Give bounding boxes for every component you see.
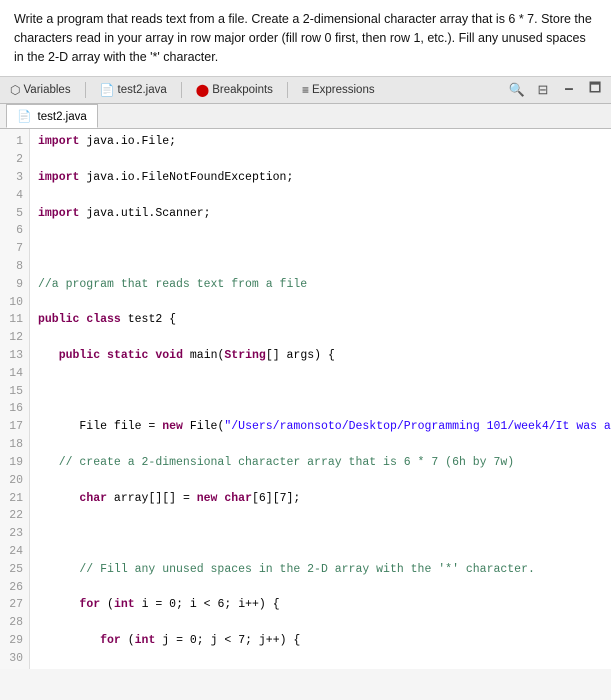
tab-bar: 📄 test2.java <box>0 104 611 129</box>
instructions-panel: Write a program that reads text from a f… <box>0 0 611 77</box>
file-tab[interactable]: 📄 test2.java <box>96 81 171 99</box>
tab-test2java[interactable]: 📄 test2.java <box>6 104 98 128</box>
toolbar: ⬡ Variables 📄 test2.java ⬤ Breakpoints ≡… <box>0 77 611 104</box>
variables-tab[interactable]: ⬡ Variables <box>6 81 75 99</box>
instructions-text: Write a program that reads text from a f… <box>14 12 592 64</box>
breakpoints-label: Breakpoints <box>212 84 273 96</box>
toolbar-separator-2 <box>181 82 182 98</box>
line-numbers: 1 2 3 4 5 6 7 8 9 10 11 12 13 14 15 16 1… <box>0 129 30 669</box>
minimize-icon[interactable]: 🗕 <box>559 80 579 100</box>
breakpoints-icon: ⬤ <box>196 83 209 97</box>
file-icon: 📄 <box>100 83 115 97</box>
toolbar-separator-1 <box>85 82 86 98</box>
variables-icon: ⬡ <box>10 83 20 97</box>
variables-label: Variables <box>23 84 70 96</box>
tab-file-icon: 📄 <box>17 111 31 123</box>
search-icon[interactable]: 🔍 <box>507 80 527 100</box>
expressions-tab[interactable]: ≡ Expressions <box>298 81 379 99</box>
expressions-icon: ≡ <box>302 83 309 97</box>
expressions-label: Expressions <box>312 84 375 96</box>
tab-label: test2.java <box>38 111 87 123</box>
file-label: test2.java <box>118 84 167 96</box>
code-content[interactable]: import java.io.File; import java.io.File… <box>30 129 611 669</box>
layout-icon[interactable]: ⊟ <box>533 80 553 100</box>
maximize-icon[interactable]: 🗖 <box>585 80 605 100</box>
toolbar-separator-3 <box>287 82 288 98</box>
toolbar-actions: 🔍 ⊟ 🗕 🗖 <box>507 80 605 100</box>
editor: 1 2 3 4 5 6 7 8 9 10 11 12 13 14 15 16 1… <box>0 129 611 669</box>
breakpoints-tab[interactable]: ⬤ Breakpoints <box>192 81 277 99</box>
